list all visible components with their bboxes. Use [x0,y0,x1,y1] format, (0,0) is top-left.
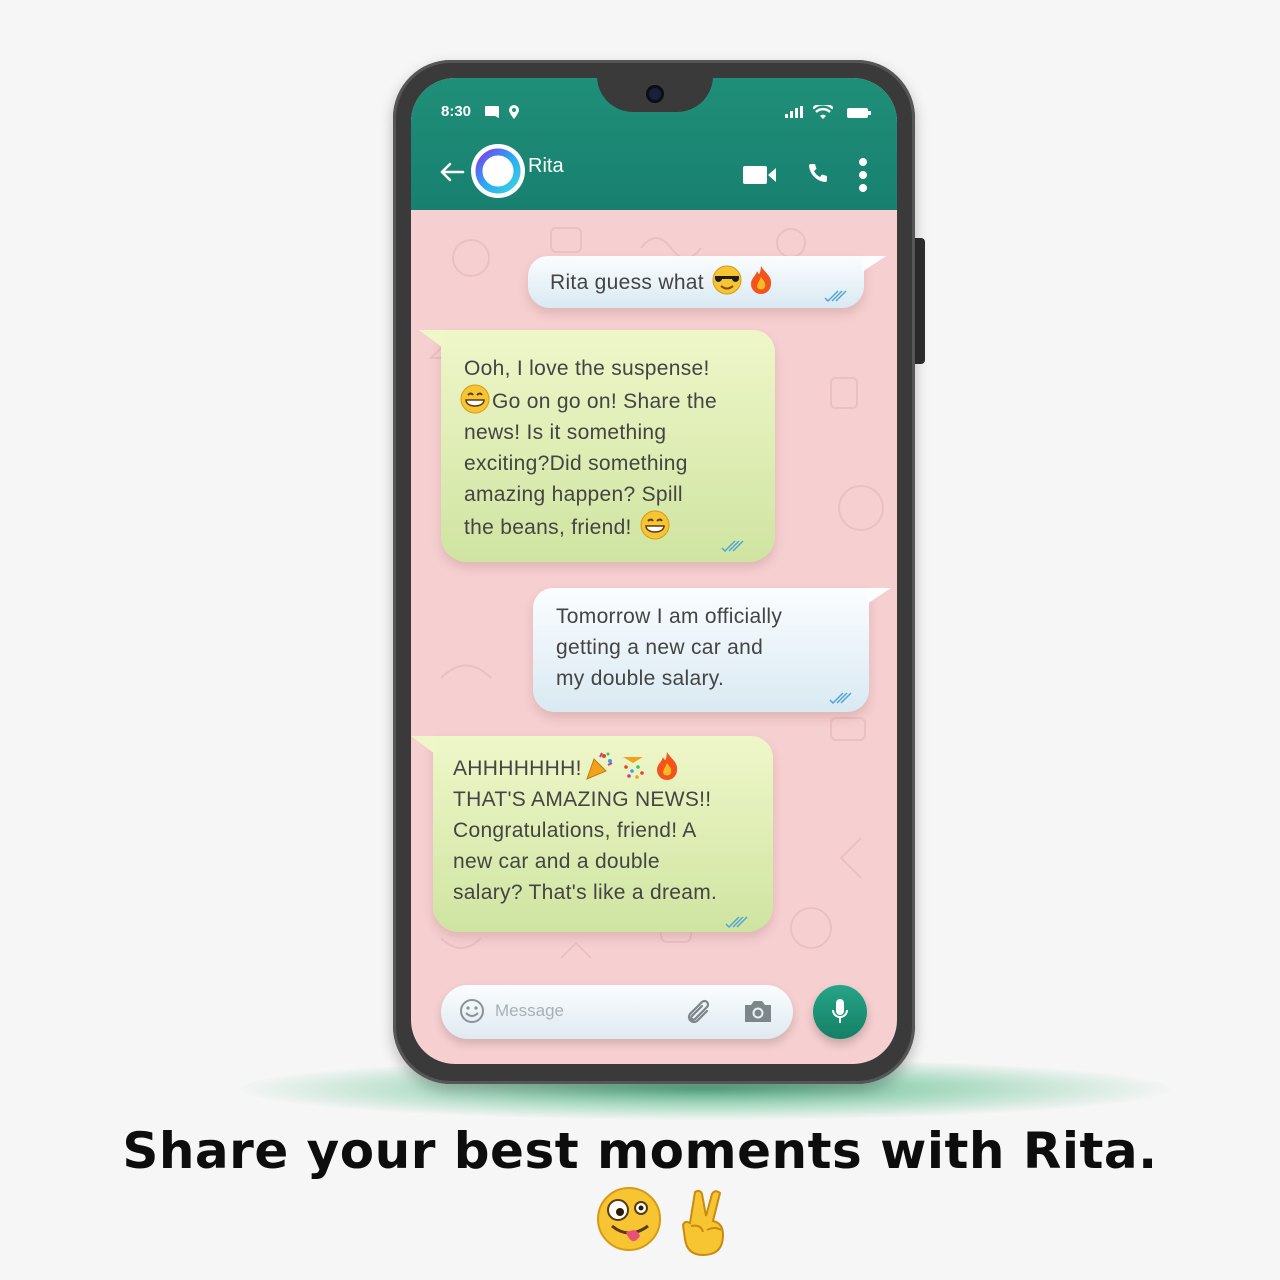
video-call-icon[interactable] [743,165,777,185]
message-text-line: AHHHHHHH! [453,751,717,784]
message-notification-icon [485,106,499,118]
message-text: Tomorrow I am officially getting a new c… [556,601,782,694]
contact-name[interactable]: Rita [528,155,564,178]
victory-hand-icon [682,1189,725,1257]
message-text-line: getting a new car and [556,636,764,659]
message-text-line-part: AHHHHHHH! [453,757,582,780]
signal-strength-icon [785,106,803,118]
party-popper-icon [585,752,613,780]
message-text-line: Tomorrow I am officially [556,605,783,628]
message-text-line: THAT'S AMAZING NEWS!! [453,788,712,811]
bubble-tail [411,736,435,754]
phone-screen: 8:30 Rita Rita guess what Ooh, I love th… [411,78,897,1064]
message-text-line: exciting?Did something [464,452,688,475]
message-text-line: new car and a double [453,850,660,873]
read-receipt-icon [725,916,748,928]
message-text-line: Go on go on! Share the [492,390,717,413]
camera-icon[interactable] [743,998,773,1024]
read-receipt-icon [824,290,847,302]
chat-header: 8:30 Rita [411,78,897,210]
grinning-face-with-smiling-eyes-icon [640,510,670,540]
message-text-line: Congratulations, friend! A [453,819,697,842]
rita-logo-icon [475,148,521,194]
poster: 8:30 Rita Rita guess what Ooh, I love th… [0,0,1280,1280]
grinning-face-with-smiling-eyes-icon [460,384,490,414]
more-options-icon[interactable] [857,157,869,193]
wifi-icon [813,105,833,119]
message-text: Rita guess what [550,265,778,298]
emoji-picker-icon[interactable] [459,998,485,1024]
confetti-ball-icon [622,757,644,779]
poster-caption: Share your best moments with Rita. [122,1122,1158,1180]
fire-icon [751,266,772,294]
message-incoming[interactable]: AHHHHHHH! THAT'S AMAZING NEWS!! Congratu… [411,736,773,932]
smiling-face-with-sunglasses-icon [712,265,742,295]
message-text: AHHHHHHH! THAT'S AMAZING NEWS!! Congratu… [453,751,717,908]
bubble-tail [867,588,891,604]
message-text-line: salary? That's like a dream. [453,881,718,904]
status-time: 8:30 [441,103,472,120]
message-outgoing[interactable]: Tomorrow I am officially getting a new c… [533,588,891,712]
front-camera [646,85,664,103]
location-icon [509,105,519,119]
message-text-line: news! Is it something [464,421,667,444]
read-receipt-icon [829,692,852,704]
message-text: Ooh, I love the suspense! Go on go on! S… [460,353,717,543]
message-text-line: amazing happen? Spill [464,483,683,506]
message-text-line-part: the beans, friend! [464,516,632,539]
microphone-icon [832,999,848,1023]
phone-call-icon[interactable] [805,162,829,186]
bubble-tail [419,330,443,348]
message-text-line: Rita guess what [550,271,704,294]
phone-side-button [914,238,925,364]
attachment-icon[interactable] [685,997,713,1027]
read-receipt-icon [721,540,744,552]
caption-emojis [596,1186,737,1257]
zany-face-icon [597,1187,661,1251]
message-text-line: Go on go on! Share the [460,384,717,417]
contact-avatar[interactable] [471,144,525,198]
message-input[interactable]: Message [495,1001,564,1021]
message-text-line: Ooh, I love the suspense! [464,357,710,380]
message-text-line: my double salary. [556,667,725,690]
back-arrow-icon[interactable] [439,162,465,182]
message-incoming[interactable]: Ooh, I love the suspense! Go on go on! S… [419,330,775,562]
message-outgoing[interactable]: Rita guess what [528,256,886,308]
fire-icon [656,752,677,780]
message-text-line: the beans, friend! [464,510,717,543]
message-input-bar[interactable]: Message [441,985,793,1039]
battery-icon [847,108,871,118]
bubble-tail [862,256,886,272]
voice-record-button[interactable] [813,985,867,1039]
